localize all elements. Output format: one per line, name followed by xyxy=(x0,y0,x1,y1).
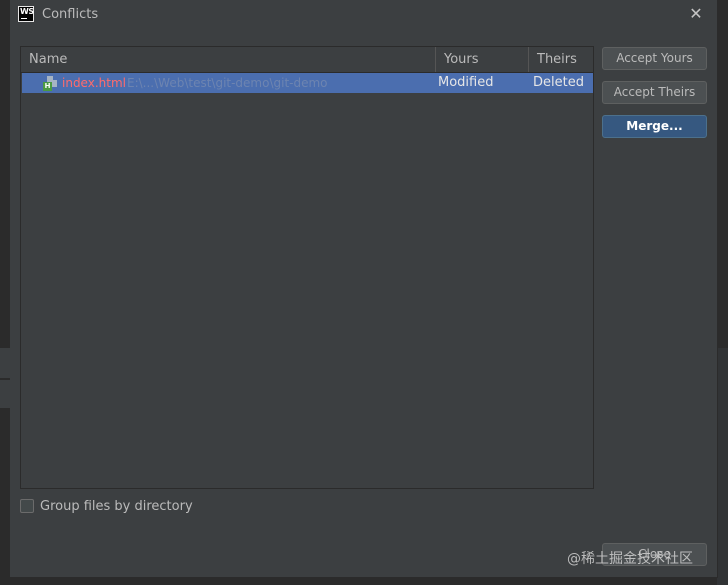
background-panel-right xyxy=(717,348,728,585)
column-header-yours[interactable]: Yours (master) xyxy=(435,47,528,92)
close-icon[interactable]: ✕ xyxy=(686,4,706,24)
merge-button[interactable]: Merge... xyxy=(602,115,707,138)
column-header-theirs[interactable]: Theirs xyxy=(528,47,593,72)
file-path: E:\...\Web\test\git-demo\git-demo xyxy=(127,76,328,90)
theirs-status: Deleted xyxy=(533,75,584,90)
conflicts-table: Name Yours (master) Theirs H index.html … xyxy=(20,46,594,489)
accept-theirs-button[interactable]: Accept Theirs xyxy=(602,81,707,104)
column-header-name[interactable]: Name xyxy=(21,47,435,72)
background-ide-left xyxy=(0,0,10,585)
app-logo-text: WS xyxy=(20,7,34,16)
group-by-directory-checkbox[interactable] xyxy=(20,499,34,513)
accept-yours-button[interactable]: Accept Yours xyxy=(602,47,707,70)
background-panel-strip xyxy=(0,380,10,408)
table-header: Name Yours (master) Theirs xyxy=(21,47,593,92)
conflicts-dialog: WS Conflicts ✕ Name Yours (master) Their… xyxy=(10,0,718,578)
yours-status: Modified xyxy=(438,75,494,90)
title-bar: WS Conflicts ✕ xyxy=(10,0,717,32)
watermark: @稀土掘金技术社区 xyxy=(567,551,693,567)
group-by-directory-label[interactable]: Group files by directory xyxy=(40,499,193,515)
html-file-icon: H xyxy=(43,76,57,91)
background-panel-strip xyxy=(0,348,10,378)
file-name: index.html xyxy=(62,76,126,90)
table-row[interactable]: H index.html E:\...\Web\test\git-demo\gi… xyxy=(22,73,593,93)
webstorm-icon: WS xyxy=(18,6,34,22)
dialog-title: Conflicts xyxy=(42,7,99,22)
